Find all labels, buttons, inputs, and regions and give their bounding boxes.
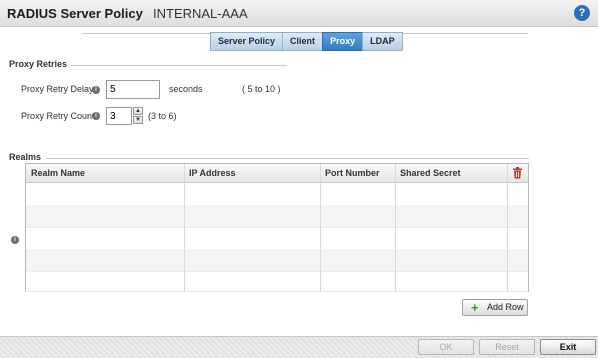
column-port-number[interactable]: Port Number	[320, 164, 395, 182]
proxy-retry-delay-input[interactable]	[106, 80, 160, 99]
column-shared-secret[interactable]: Shared Secret	[395, 164, 507, 182]
tab-proxy[interactable]: Proxy	[322, 32, 364, 51]
realms-table: Realm Name IP Address Port Number Shared…	[25, 163, 529, 292]
realms-divider	[46, 158, 529, 159]
plus-icon: +	[471, 300, 479, 315]
table-row[interactable]	[26, 249, 528, 272]
ok-button[interactable]: OK	[418, 339, 474, 355]
add-row-label: Add Row	[487, 302, 524, 312]
realms-heading: Realms	[9, 152, 42, 162]
title-bar: RADIUS Server Policy INTERNAL-AAA ?	[0, 0, 598, 27]
proxy-retries-divider	[70, 65, 287, 66]
tab-ldap[interactable]: LDAP	[362, 32, 403, 51]
info-icon: i	[92, 112, 100, 120]
table-header: Realm Name IP Address Port Number Shared…	[26, 164, 528, 183]
retry-delay-range: ( 5 to 10 )	[242, 84, 281, 94]
exit-button[interactable]: Exit	[540, 339, 596, 355]
tab-server-policy[interactable]: Server Policy	[210, 32, 284, 51]
page-title: RADIUS Server Policy	[7, 6, 143, 21]
tab-client[interactable]: Client	[282, 32, 324, 51]
tab-bar: Server Policy Client Proxy LDAP	[210, 32, 403, 51]
retry-count-range: (3 to 6)	[148, 111, 177, 121]
retry-delay-unit: seconds	[169, 84, 203, 94]
help-icon[interactable]: ?	[574, 5, 590, 21]
reset-button[interactable]: Reset	[479, 339, 535, 355]
table-row[interactable]	[26, 271, 528, 292]
policy-name: INTERNAL-AAA	[153, 6, 248, 21]
column-divider	[395, 164, 396, 291]
spinner-down-icon[interactable]: ▼	[133, 116, 143, 124]
table-row[interactable]	[26, 183, 528, 206]
delete-row-icon[interactable]	[512, 167, 523, 179]
info-icon: i	[92, 86, 100, 94]
add-row-button[interactable]: + Add Row	[462, 299, 528, 316]
table-row[interactable]	[26, 227, 528, 250]
column-divider	[320, 164, 321, 291]
column-divider	[507, 164, 508, 291]
proxy-retries-heading: Proxy Retries	[9, 59, 68, 69]
column-realm-name[interactable]: Realm Name	[26, 164, 184, 182]
proxy-retry-count-input[interactable]	[106, 107, 132, 125]
column-divider	[184, 164, 185, 291]
column-ip-address[interactable]: IP Address	[184, 164, 320, 182]
proxy-retry-delay-label: Proxy Retry Delay	[21, 84, 94, 94]
table-row[interactable]	[26, 205, 528, 228]
proxy-retry-count-label: Proxy Retry Count	[21, 111, 95, 121]
spinner-up-icon[interactable]: ▲	[133, 107, 143, 115]
info-icon: i	[11, 236, 19, 244]
